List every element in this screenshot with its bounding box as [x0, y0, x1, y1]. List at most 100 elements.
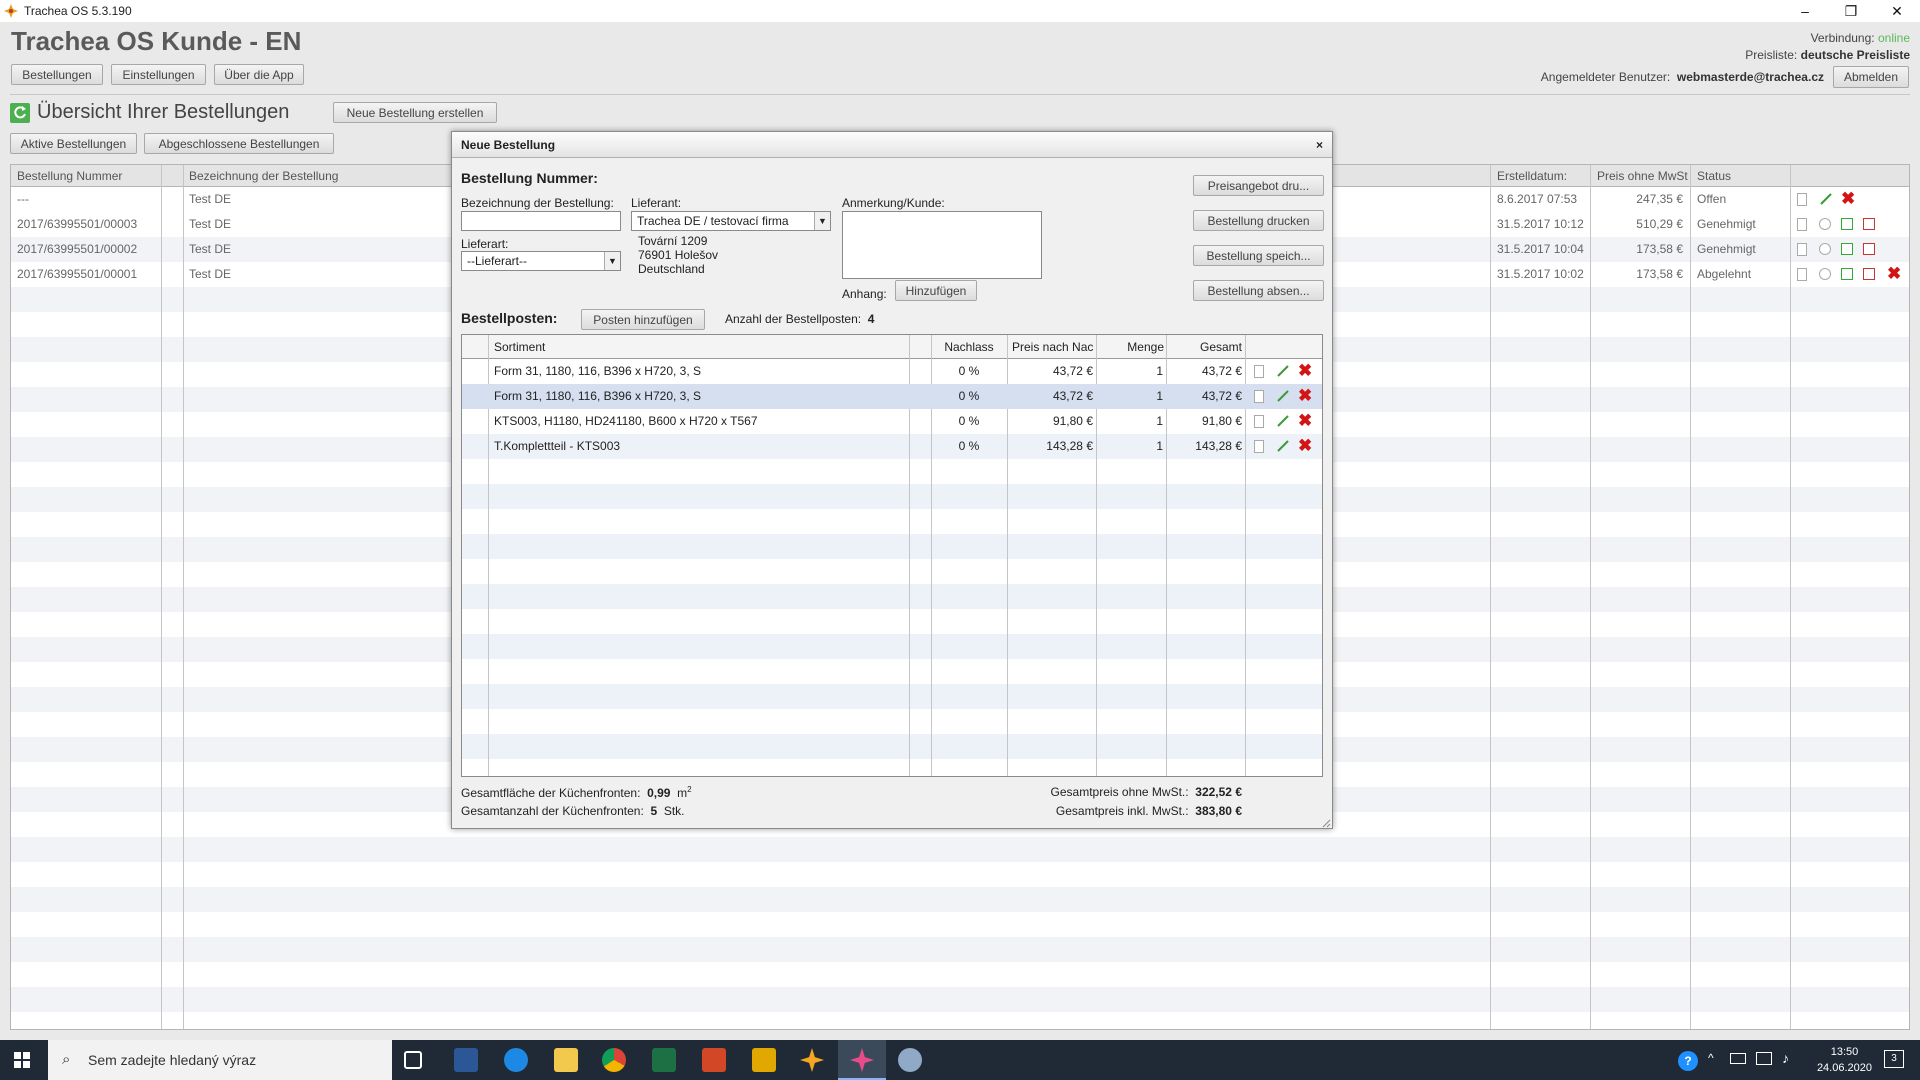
item-row[interactable]: KTS003, H1180, HD241180, B600 x H720 x T…	[462, 409, 1322, 434]
col-order-name[interactable]: Bezeichnung der Bestellung	[183, 165, 483, 187]
resize-grip-icon[interactable]	[1321, 817, 1331, 828]
col-order-number[interactable]: Bestellung Nummer	[11, 165, 161, 187]
dialog-titlebar: Neue Bestellung ×	[452, 132, 1332, 158]
edit-icon[interactable]	[1276, 414, 1290, 428]
delete-icon[interactable]: ✖	[1298, 387, 1312, 404]
supplier-select[interactable]: Trachea DE / testovací firma ▼	[631, 211, 831, 231]
col-price[interactable]: Preis nach Nac	[1012, 335, 1094, 359]
edge-icon[interactable]	[504, 1048, 528, 1072]
delete-icon[interactable]: ✖	[1298, 412, 1312, 429]
item-discount: 0 %	[958, 389, 980, 403]
document-icon[interactable]	[1254, 390, 1264, 403]
app-star-icon[interactable]	[800, 1048, 824, 1072]
help-icon[interactable]: ?	[1678, 1051, 1698, 1071]
edit-icon[interactable]	[1276, 439, 1290, 453]
chevron-down-icon[interactable]: ▼	[814, 212, 830, 230]
battery-icon[interactable]	[1730, 1053, 1746, 1064]
preview-icon[interactable]	[1819, 268, 1831, 280]
col-price[interactable]: Preis ohne MwSt	[1591, 165, 1691, 187]
chrome-icon[interactable]	[602, 1048, 626, 1072]
document-icon[interactable]	[1797, 268, 1807, 281]
attachment-add-button[interactable]: Hinzufügen	[895, 280, 977, 301]
overview-title: Übersicht Ihrer Bestellungen	[37, 101, 290, 123]
powerpoint-icon[interactable]	[702, 1048, 726, 1072]
connection-value: online	[1877, 31, 1910, 45]
taskbar-active-app[interactable]	[838, 1040, 886, 1080]
document-icon[interactable]	[1254, 365, 1264, 378]
edit-icon[interactable]	[1276, 389, 1290, 403]
col-status[interactable]: Status	[1691, 165, 1791, 187]
attachment-label: Anhang:	[842, 287, 887, 301]
item-row[interactable]: T.Komplettteil - KTS003 0 % 143,28 € 1 1…	[462, 434, 1322, 459]
print-order-button[interactable]: Bestellung drucken	[1193, 210, 1324, 231]
item-row[interactable]: Form 31, 1180, 116, B396 x H720, 3, S 0 …	[462, 384, 1322, 409]
task-view-icon[interactable]	[404, 1051, 422, 1069]
notification-icon[interactable]: 3	[1884, 1050, 1904, 1068]
print-quote-button[interactable]: Preisangebot dru...	[1193, 175, 1324, 196]
chevron-down-icon[interactable]: ▼	[604, 252, 620, 270]
new-order-button[interactable]: Neue Bestellung erstellen	[333, 102, 497, 123]
refresh-icon[interactable]	[10, 103, 30, 123]
delivery-value: --Lieferart--	[467, 254, 528, 268]
document-icon[interactable]	[1254, 440, 1264, 453]
windows-start-icon[interactable]	[14, 1052, 30, 1068]
order-name-input[interactable]	[461, 211, 621, 231]
delete-icon[interactable]: ✖	[1841, 190, 1855, 207]
dialog-close-icon[interactable]: ×	[1316, 132, 1323, 158]
app-icon[interactable]	[898, 1048, 922, 1072]
taskbar-clock[interactable]: 13:50 24.06.2020	[1817, 1044, 1872, 1076]
count-label: Gesamtanzahl der Küchenfronten:	[461, 804, 644, 818]
note-textarea[interactable]	[842, 211, 1042, 279]
pricelist-label: Preisliste:	[1745, 48, 1798, 62]
chevron-up-icon[interactable]: ^	[1708, 1051, 1714, 1065]
col-created[interactable]: Erstelldatum:	[1491, 165, 1586, 187]
col-total[interactable]: Gesamt	[1167, 335, 1242, 359]
tab-closed-orders[interactable]: Abgeschlossene Bestellungen	[144, 133, 334, 154]
excel-icon[interactable]	[1841, 268, 1853, 280]
menu-bestellungen[interactable]: Bestellungen	[11, 64, 103, 85]
document-icon[interactable]	[1797, 193, 1807, 206]
volume-icon[interactable]: ♪	[1782, 1050, 1789, 1066]
col-assortment[interactable]: Sortiment	[494, 335, 894, 359]
taskbar-search[interactable]: ⌕ Sem zadejte hledaný výraz	[48, 1040, 392, 1080]
preview-icon[interactable]	[1819, 218, 1831, 230]
tab-active-orders[interactable]: Aktive Bestellungen	[10, 133, 137, 154]
restore-icon[interactable]: ❐	[1828, 0, 1874, 22]
outlook-icon[interactable]	[752, 1048, 776, 1072]
excel-icon[interactable]	[1841, 218, 1853, 230]
word-icon[interactable]	[454, 1048, 478, 1072]
pdf-icon[interactable]	[1863, 243, 1875, 255]
col-discount[interactable]: Nachlass	[932, 335, 1006, 359]
items-count: Anzahl der Bestellposten: 4	[725, 312, 874, 326]
network-icon[interactable]	[1756, 1052, 1772, 1065]
document-icon[interactable]	[1254, 415, 1264, 428]
col-quantity[interactable]: Menge	[1097, 335, 1164, 359]
minimize-icon[interactable]: –	[1782, 0, 1828, 22]
table-stripe	[462, 584, 1322, 609]
add-item-button[interactable]: Posten hinzufügen	[581, 309, 705, 330]
delete-icon[interactable]: ✖	[1298, 362, 1312, 379]
delete-icon[interactable]: ✖	[1887, 265, 1901, 282]
delete-icon[interactable]: ✖	[1298, 437, 1312, 454]
excel-icon[interactable]	[652, 1048, 676, 1072]
logout-button[interactable]: Abmelden	[1833, 66, 1909, 88]
item-row[interactable]: Form 31, 1180, 116, B396 x H720, 3, S 0 …	[462, 359, 1322, 384]
document-icon[interactable]	[1797, 218, 1807, 231]
menu-ueber-die-app[interactable]: Über die App	[214, 64, 304, 85]
save-order-button[interactable]: Bestellung speich...	[1193, 245, 1324, 266]
items-label: Bestellposten:	[461, 310, 558, 326]
edit-icon[interactable]	[1819, 192, 1833, 206]
delivery-select[interactable]: --Lieferart-- ▼	[461, 251, 621, 271]
close-window-icon[interactable]: ✕	[1874, 0, 1920, 22]
excel-icon[interactable]	[1841, 243, 1853, 255]
document-icon[interactable]	[1797, 243, 1807, 256]
edit-icon[interactable]	[1276, 364, 1290, 378]
send-order-button[interactable]: Bestellung absen...	[1193, 280, 1324, 301]
file-explorer-icon[interactable]	[554, 1048, 578, 1072]
pdf-icon[interactable]	[1863, 218, 1875, 230]
menu-einstellungen[interactable]: Einstellungen	[111, 64, 206, 85]
new-order-dialog: Neue Bestellung × Bestellung Nummer: Bez…	[451, 131, 1333, 829]
pdf-icon[interactable]	[1863, 268, 1875, 280]
preview-icon[interactable]	[1819, 243, 1831, 255]
row-name: Test DE	[189, 267, 232, 281]
